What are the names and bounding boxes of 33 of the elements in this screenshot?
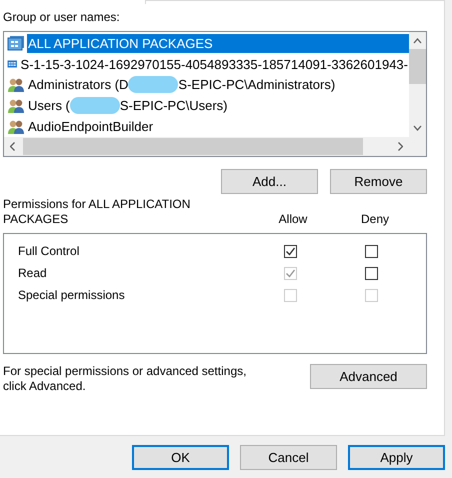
list-item-text: S-EPIC-PC\Users) xyxy=(118,97,229,116)
users-icon xyxy=(7,98,25,114)
permissions-label: Permissions for ALL APPLICATION PACKAGES xyxy=(3,197,192,227)
list-item-text: S-EPIC-PC\Administrators) xyxy=(177,76,336,94)
list-button[interactable]: Add... xyxy=(221,169,318,194)
permission-name: Full Control xyxy=(18,244,80,258)
permission-name: Special permissions xyxy=(18,288,125,302)
permission-name: Read xyxy=(18,266,47,280)
horizontal-scrollbar[interactable] xyxy=(4,137,409,156)
scroll-right-icon xyxy=(398,142,403,151)
list-item[interactable]: AudioEndpointBuilder xyxy=(27,117,154,136)
dialog-button[interactable]: Apply xyxy=(348,444,445,470)
list-item[interactable]: Administrators (D xyxy=(27,75,130,94)
users-icon xyxy=(7,76,25,93)
list-item[interactable]: ALL APPLICATION PACKAGES xyxy=(27,34,409,53)
column-header: Deny xyxy=(360,212,390,227)
users-icon xyxy=(7,118,25,135)
user-list[interactable]: ALL APPLICATION PACKAGES S-1-15-3-1024-1692970155-4054893335-185714091-3362601943- Administrators (D S-EPIC-PC\Administrators) Users ( S-EPIC-PC\Users) AudioEndpointBuilder xyxy=(3,31,427,157)
scroll-left-icon xyxy=(10,142,15,151)
column-header: Allow xyxy=(278,212,308,227)
checkbox[interactable] xyxy=(365,266,378,280)
advanced-hint: For special permissions or advanced settings, click Advanced. xyxy=(3,364,248,394)
list-item[interactable]: Users ( xyxy=(27,96,71,116)
list-button[interactable]: Remove xyxy=(330,169,427,194)
dialog-button[interactable]: OK xyxy=(132,444,229,470)
list-item[interactable]: S-1-15-3-1024-1692970155-4054893335-185714091-3362601943- xyxy=(20,54,409,74)
advanced-button[interactable]: Advanced xyxy=(310,364,427,389)
dialog-button[interactable]: Cancel xyxy=(240,444,337,470)
checkbox[interactable] xyxy=(365,244,378,258)
package-icon xyxy=(7,35,25,52)
vertical-scrollbar[interactable] xyxy=(409,32,426,137)
section-label: Group or user names: xyxy=(3,10,121,25)
checkbox[interactable] xyxy=(284,244,297,258)
